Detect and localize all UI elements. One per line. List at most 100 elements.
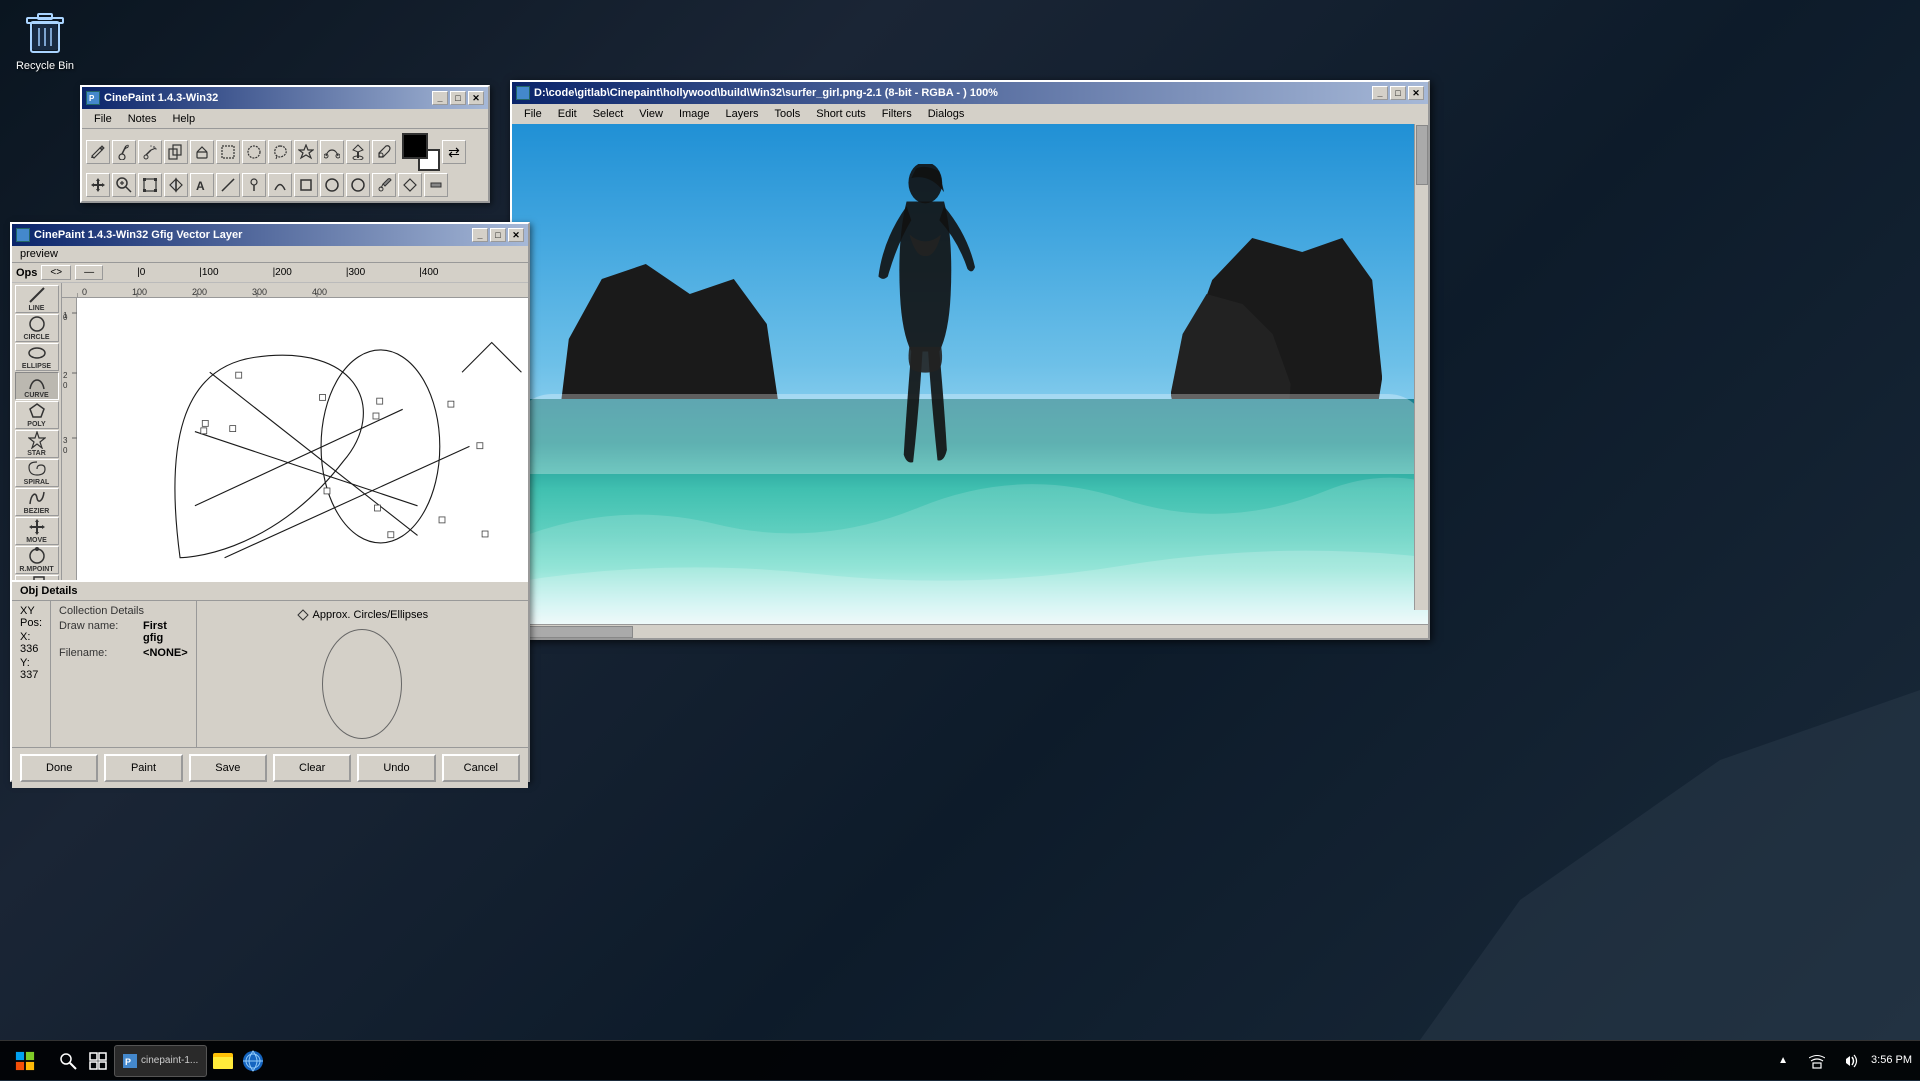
tool-fuzzy-select[interactable] xyxy=(294,140,318,164)
tools-close-button[interactable]: ✕ xyxy=(468,91,484,105)
left-tool-line[interactable]: LINE xyxy=(15,285,59,313)
clear-button[interactable]: Clear xyxy=(273,754,351,782)
image-canvas[interactable] xyxy=(512,124,1428,624)
tool-selection-rect[interactable] xyxy=(216,140,240,164)
image-window-controls: _ □ ✕ xyxy=(1372,86,1424,100)
image-menu-dialogs[interactable]: Dialogs xyxy=(920,106,973,122)
drawing-canvas[interactable]: 0 100 200 300 400 1 xyxy=(62,283,528,580)
network-icon xyxy=(1809,1053,1825,1069)
tools-menu-help[interactable]: Help xyxy=(164,111,203,127)
image-scrollbar-horizontal[interactable] xyxy=(512,624,1428,638)
tool-dodge[interactable] xyxy=(242,173,266,197)
left-tool-move[interactable]: MOVE xyxy=(15,517,59,545)
color-foreground[interactable] xyxy=(402,133,428,159)
tool-paint-bucket[interactable] xyxy=(346,140,370,164)
taskbar-clock[interactable]: 3:56 PM xyxy=(1871,1053,1912,1067)
tool-heal[interactable] xyxy=(398,173,422,197)
tools-maximize-button[interactable]: □ xyxy=(450,91,466,105)
left-tool-spiral[interactable]: SPIRAL xyxy=(15,459,59,487)
tool-ellipse-select2[interactable] xyxy=(320,173,344,197)
taskbar-app-3[interactable] xyxy=(239,1047,267,1075)
tool-airbrush[interactable] xyxy=(138,140,162,164)
tool-convolve[interactable] xyxy=(268,173,292,197)
ops-label: Ops xyxy=(16,267,37,279)
tool-bezier-select[interactable] xyxy=(320,140,344,164)
svg-text:100: 100 xyxy=(132,287,147,297)
recycle-bin[interactable]: Recycle Bin xyxy=(0,0,90,80)
tool-brush[interactable] xyxy=(112,140,136,164)
vector-close-button[interactable]: ✕ xyxy=(508,228,524,242)
tool-transform[interactable] xyxy=(138,173,162,197)
draw-name-label: Draw name: xyxy=(59,620,139,644)
taskbar-search[interactable] xyxy=(54,1047,82,1075)
image-menu-image[interactable]: Image xyxy=(671,106,718,122)
tool-zoom[interactable] xyxy=(112,173,136,197)
done-button[interactable]: Done xyxy=(20,754,98,782)
canvas-content[interactable] xyxy=(77,298,528,580)
left-tool-circle[interactable]: CIRCLE xyxy=(15,314,59,342)
taskbar-cinepaint[interactable]: P cinepaint-1... xyxy=(114,1045,207,1077)
undo-button[interactable]: Undo xyxy=(357,754,435,782)
tool-extra[interactable] xyxy=(424,173,448,197)
tool-move[interactable] xyxy=(86,173,110,197)
taskbar-time-display: 3:56 PM xyxy=(1871,1053,1912,1067)
left-tool-curve[interactable]: CURVE xyxy=(15,372,59,400)
tray-volume[interactable] xyxy=(1837,1047,1865,1075)
color-selector[interactable] xyxy=(402,133,440,171)
image-scrollbar-vertical[interactable] xyxy=(1414,124,1428,610)
scrollbar-thumb-v[interactable] xyxy=(1416,125,1428,185)
image-menu-edit[interactable]: Edit xyxy=(550,106,585,122)
taskbar-app-2[interactable] xyxy=(209,1047,237,1075)
image-maximize-button[interactable]: □ xyxy=(1390,86,1406,100)
ops-nav-next[interactable]: — xyxy=(75,265,103,280)
vector-minimize-button[interactable]: _ xyxy=(472,228,488,242)
vector-maximize-button[interactable]: □ xyxy=(490,228,506,242)
tool-clone[interactable] xyxy=(164,140,188,164)
image-close-button[interactable]: ✕ xyxy=(1408,86,1424,100)
tool-eyedropper[interactable] xyxy=(372,140,396,164)
tool-circle-select[interactable] xyxy=(346,173,370,197)
image-menu-shortcuts[interactable]: Short cuts xyxy=(808,106,874,122)
vector-drawing[interactable] xyxy=(77,298,528,580)
left-tool-rimpoint[interactable]: R.MPOINT xyxy=(15,546,59,574)
save-button[interactable]: Save xyxy=(189,754,267,782)
image-menu-view[interactable]: View xyxy=(631,106,671,122)
scrollbar-thumb-h[interactable] xyxy=(513,626,633,638)
tool-swap-colors[interactable]: ⇄ xyxy=(442,140,466,164)
left-tool-ellipse[interactable]: ELLIPSE xyxy=(15,343,59,371)
image-menu-select[interactable]: Select xyxy=(585,106,632,122)
tool-eraser[interactable] xyxy=(190,140,214,164)
image-menu-layers[interactable]: Layers xyxy=(718,106,767,122)
tool-pencil[interactable] xyxy=(86,140,110,164)
left-tool-bezier[interactable]: BEZIER xyxy=(15,488,59,516)
tool-selection-ellipse[interactable] xyxy=(242,140,266,164)
vector-titlebar[interactable]: CinePaint 1.4.3-Win32 Gfig Vector Layer … xyxy=(12,224,528,246)
taskbar-task-view[interactable] xyxy=(84,1047,112,1075)
left-tool-poly[interactable]: POLY xyxy=(15,401,59,429)
image-menu-file[interactable]: File xyxy=(516,106,550,122)
tools-menu-file[interactable]: File xyxy=(86,111,120,127)
ops-nav-prev[interactable]: <> xyxy=(41,265,71,280)
tool-measure[interactable] xyxy=(216,173,240,197)
search-icon xyxy=(59,1052,77,1070)
tray-chevron[interactable]: ▲ xyxy=(1769,1047,1797,1075)
tray-network[interactable] xyxy=(1803,1047,1831,1075)
tool-rect-select2[interactable] xyxy=(294,173,318,197)
tool-text[interactable]: A xyxy=(190,173,214,197)
image-menu-filters[interactable]: Filters xyxy=(874,106,920,122)
image-menu-tools[interactable]: Tools xyxy=(767,106,809,122)
x-value-row: X: 336 xyxy=(20,631,42,655)
tool-lasso[interactable] xyxy=(268,140,292,164)
tool-colorpicker2[interactable] xyxy=(372,173,396,197)
start-button[interactable] xyxy=(0,1041,50,1081)
tools-menu-notes[interactable]: Notes xyxy=(120,111,165,127)
left-tool-star[interactable]: STAR xyxy=(15,430,59,458)
tool-flip[interactable] xyxy=(164,173,188,197)
cancel-button[interactable]: Cancel xyxy=(442,754,520,782)
image-minimize-button[interactable]: _ xyxy=(1372,86,1388,100)
paint-button[interactable]: Paint xyxy=(104,754,182,782)
tools-minimize-button[interactable]: _ xyxy=(432,91,448,105)
image-titlebar[interactable]: D:\code\gitlab\Cinepaint\hollywood\build… xyxy=(512,82,1428,104)
tools-titlebar[interactable]: P CinePaint 1.4.3-Win32 _ □ ✕ xyxy=(82,87,488,109)
y-value-row: Y: 337 xyxy=(20,657,42,681)
